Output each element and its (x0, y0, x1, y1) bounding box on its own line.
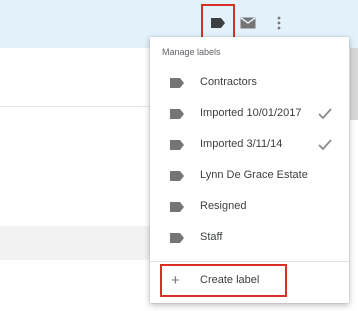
label-icon (170, 78, 184, 88)
more-options-button[interactable] (264, 8, 294, 38)
mail-icon (240, 17, 256, 29)
menu-header: Manage labels (162, 47, 221, 57)
label-item-contractors[interactable]: Contractors (150, 68, 349, 99)
scrollbar[interactable] (350, 48, 358, 120)
label-icon (170, 233, 184, 243)
background-divider (0, 106, 150, 107)
label-icon (211, 18, 225, 28)
create-label-text: Create label (200, 274, 260, 286)
label-item-lynn-de-grace-estate[interactable]: Lynn De Grace Estate (150, 161, 349, 192)
label-item-text: Imported 10/01/2017 (200, 107, 302, 119)
plus-icon: + (171, 272, 180, 289)
label-item-text: Staff (200, 231, 223, 243)
label-icon (170, 109, 184, 119)
label-item-staff[interactable]: Staff (150, 223, 349, 254)
label-item-text: Resigned (200, 200, 247, 212)
label-icon (170, 202, 184, 212)
more-vert-icon (277, 16, 281, 30)
label-item-imported-3-11-14[interactable]: Imported 3/11/14 (150, 130, 349, 161)
label-item-imported-10-01-2017[interactable]: Imported 10/01/2017 (150, 99, 349, 130)
label-item-text: Imported 3/11/14 (200, 138, 283, 150)
label-icon (170, 140, 184, 150)
create-label-button[interactable]: + Create label (160, 264, 287, 297)
check-icon (318, 139, 332, 151)
background-row (0, 226, 150, 260)
label-icon (170, 171, 184, 181)
mail-button[interactable] (233, 8, 263, 38)
label-menu: Manage labels Contractors Imported 10/01… (150, 37, 349, 303)
label-item-resigned[interactable]: Resigned (150, 192, 349, 223)
check-icon (318, 108, 332, 120)
label-item-text: Contractors (200, 76, 257, 88)
menu-divider (150, 261, 349, 262)
label-item-text: Lynn De Grace Estate (200, 169, 308, 181)
